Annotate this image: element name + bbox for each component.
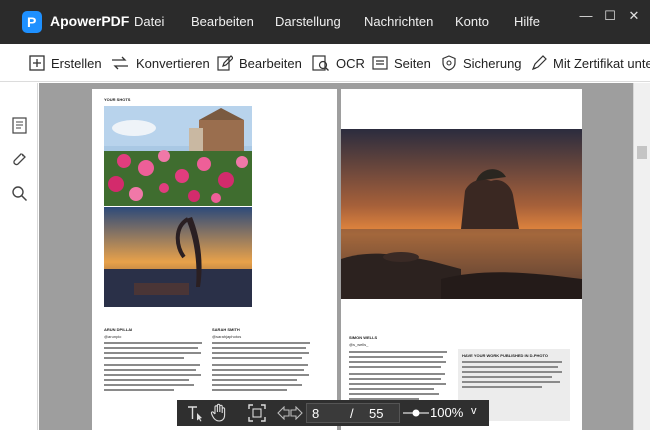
rock-sunset-photo: [341, 129, 582, 299]
shield-icon: [442, 55, 456, 71]
ocr-label: OCR: [336, 55, 365, 71]
side-panel: [0, 83, 38, 430]
author2-name: SARAH SMITH: [212, 327, 240, 332]
convert-icon: [112, 56, 128, 70]
pages-button[interactable]: Seiten: [372, 53, 431, 73]
title-bar: P ApowerPDF Datei Bearbeiten Darstellung…: [0, 0, 650, 44]
menu-nachrichten[interactable]: Nachrichten: [364, 14, 433, 29]
logo-letter: P: [27, 14, 37, 30]
zoom-dropdown[interactable]: v: [471, 405, 477, 417]
author1-name: ARUN DPILLAI: [104, 327, 133, 332]
maximize-button[interactable]: ☐: [602, 8, 618, 24]
plus-box-icon: [29, 55, 45, 71]
pen-icon: [531, 55, 547, 71]
convert-label: Konvertieren: [136, 55, 210, 71]
pdf-page-right: SIMON WELLS @s_wells_ HAVE YOUR WORK PUB…: [341, 89, 582, 430]
hand-tool-icon[interactable]: [210, 403, 228, 423]
submission-title: HAVE YOUR WORK PUBLISHED IN D-PHOTO: [462, 353, 549, 358]
menu-bearbeiten[interactable]: Bearbeiten: [191, 14, 254, 29]
page-navigation-bar: 8 / 55 100% v: [177, 400, 489, 426]
flowers-photo: [104, 106, 252, 206]
pages-label: Seiten: [394, 55, 431, 71]
security-button[interactable]: Sicherung: [441, 53, 522, 73]
prev-next-page-icon[interactable]: [277, 406, 303, 420]
page-header: YOUR SHOTS: [104, 97, 131, 102]
page-number-field[interactable]: 8 / 55: [306, 403, 400, 423]
create-button[interactable]: Erstellen: [29, 53, 102, 73]
close-button[interactable]: ✕: [626, 8, 642, 24]
pages-icon: [372, 56, 388, 70]
menu-konto[interactable]: Konto: [455, 14, 489, 29]
convert-button[interactable]: Konvertieren: [110, 53, 210, 73]
search-icon[interactable]: [11, 185, 28, 202]
scrollbar-thumb[interactable]: [637, 146, 647, 159]
fit-page-icon[interactable]: [248, 404, 266, 422]
ocr-button[interactable]: OCR: [312, 53, 365, 73]
text-select-icon[interactable]: [186, 404, 204, 422]
sunset-sculpture-photo: [104, 207, 252, 307]
menu-darstellung[interactable]: Darstellung: [275, 14, 341, 29]
total-pages: 55: [369, 406, 384, 421]
minimize-button[interactable]: —: [578, 8, 594, 24]
edit-label: Bearbeiten: [239, 55, 302, 71]
security-label: Sicherung: [463, 55, 522, 71]
zoom-level[interactable]: 100%: [430, 405, 463, 420]
menu-hilfe[interactable]: Hilfe: [514, 14, 540, 29]
body-text-lines: [104, 342, 310, 391]
edit-icon: [217, 55, 233, 71]
menu-datei[interactable]: Datei: [134, 14, 164, 29]
edit-button[interactable]: Bearbeiten: [217, 53, 302, 73]
ocr-icon: [312, 55, 329, 71]
page-separator: /: [350, 406, 354, 421]
main-toolbar: Erstellen Konvertieren Bearbeiten OCR Se…: [0, 44, 650, 82]
submission-text-lines: [462, 361, 562, 388]
document-viewer[interactable]: YOUR SHOTS ARUN DPILLAI @arunpio SARAH S…: [39, 83, 633, 430]
author3-name: SIMON WELLS: [349, 335, 378, 340]
app-name: ApowerPDF: [50, 13, 130, 29]
sign-certificate-button[interactable]: Mit Zertifikat unte: [531, 53, 650, 73]
app-logo-icon: P: [22, 11, 42, 33]
author3-handle: @s_wells_: [349, 342, 369, 347]
current-page[interactable]: 8: [312, 406, 319, 421]
sign-certificate-label: Mit Zertifikat unte: [553, 55, 650, 71]
bookmark-icon[interactable]: [11, 117, 28, 134]
author2-handle: @sarahjaphotos: [212, 334, 242, 339]
vertical-scrollbar[interactable]: [633, 83, 650, 430]
author1-handle: @arunpio: [104, 334, 122, 339]
create-label: Erstellen: [51, 55, 102, 71]
attachment-icon[interactable]: [11, 151, 28, 168]
pdf-page-left: YOUR SHOTS ARUN DPILLAI @arunpio SARAH S…: [92, 89, 337, 430]
zoom-slider[interactable]: [403, 406, 429, 420]
